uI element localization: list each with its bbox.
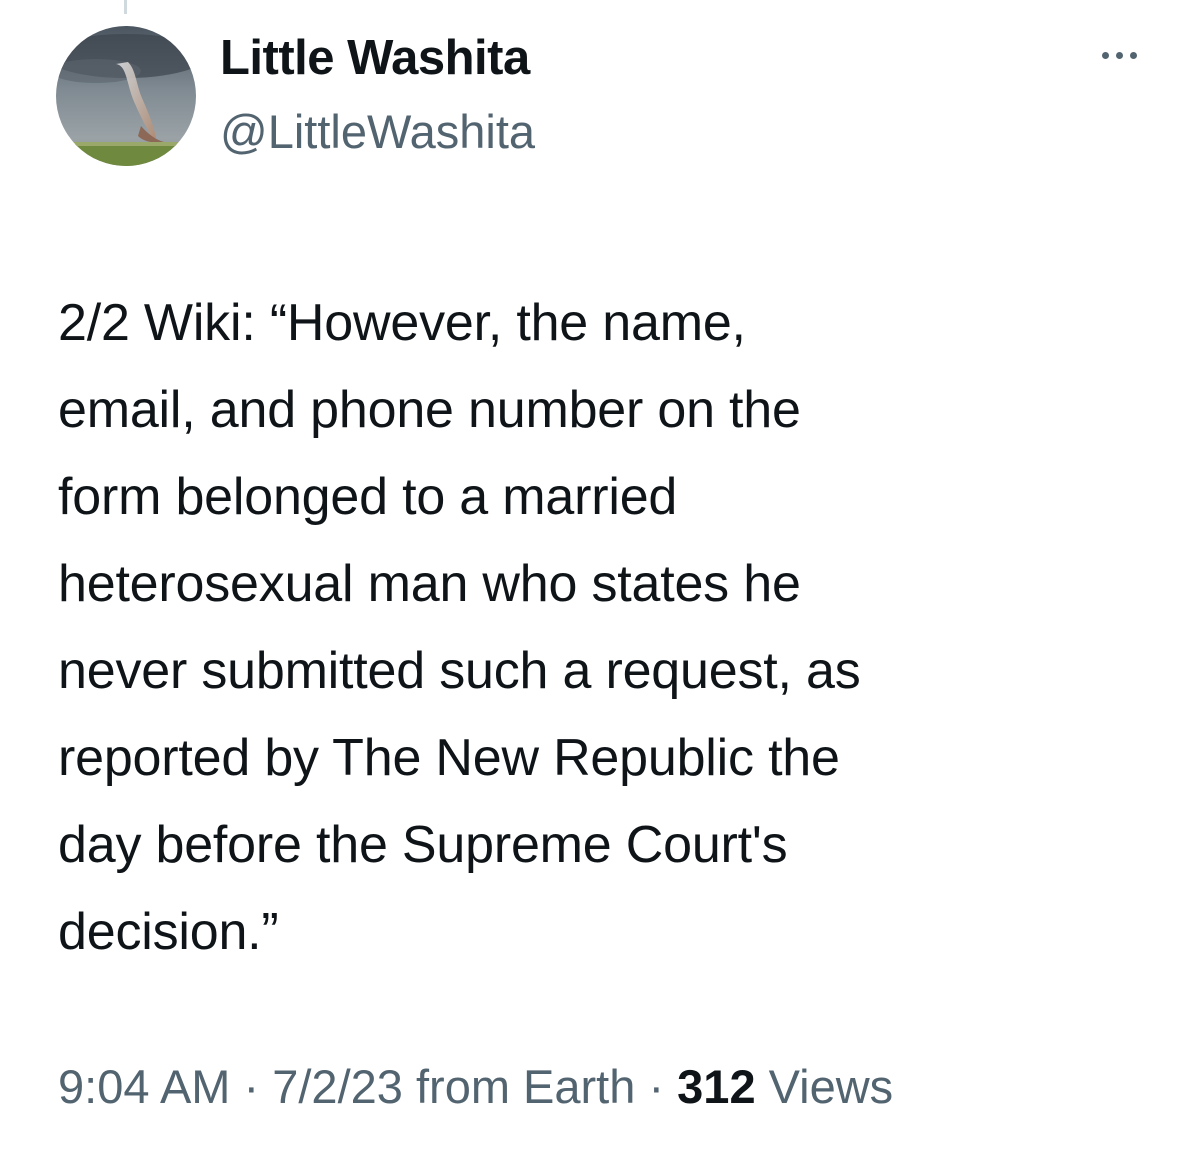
meta-separator: · — [243, 1060, 260, 1113]
avatar[interactable] — [56, 26, 196, 166]
views-count[interactable]: 312 — [677, 1060, 755, 1113]
tornado-avatar-icon — [56, 26, 196, 166]
tweet-date[interactable]: 7/2/23 — [272, 1060, 403, 1113]
meta-separator: · — [648, 1060, 665, 1113]
more-dots-icon — [1102, 52, 1109, 59]
author-display-name[interactable]: Little Washita — [220, 28, 530, 88]
more-dots-icon — [1130, 52, 1137, 59]
more-dots-icon — [1116, 52, 1123, 59]
tweet-time[interactable]: 9:04 AM — [58, 1060, 230, 1113]
author-handle[interactable]: @LittleWashita — [220, 102, 535, 162]
more-options-button[interactable] — [1092, 36, 1148, 76]
views-label[interactable]: Views — [769, 1060, 894, 1113]
tweet-source: from Earth — [415, 1060, 636, 1113]
thread-connector-line — [124, 0, 127, 14]
tweet-meta: 9:04 AM · 7/2/23 from Earth · 312 Views — [58, 1052, 893, 1122]
tweet-text: 2/2 Wiki: “However, the name, email, and… — [58, 294, 861, 961]
